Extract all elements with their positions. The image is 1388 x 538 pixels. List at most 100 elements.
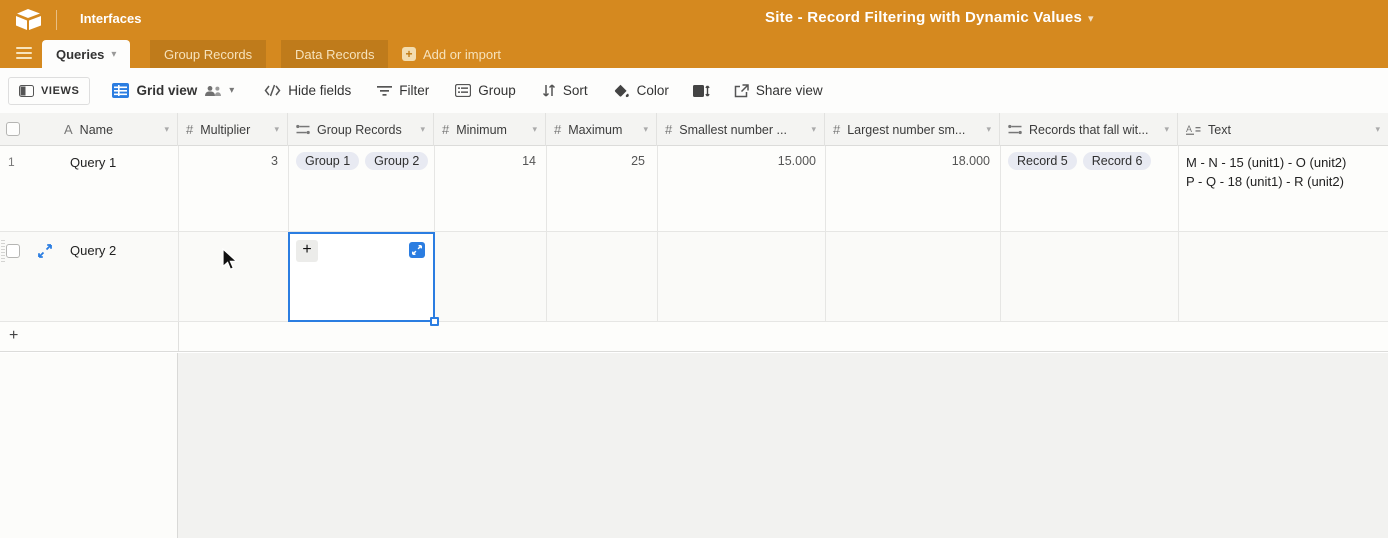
column-header-minimum[interactable]: # Minimum ▾ [434, 113, 546, 146]
cell-records-that-fall[interactable]: Record 5 Record 6 [1008, 152, 1157, 170]
cell-multiplier[interactable]: 3 [178, 154, 278, 168]
grid-header: A Name ▾ # Multiplier ▾ Group Records ▾ … [0, 113, 1388, 146]
add-or-import-button[interactable]: + Add or import [402, 40, 501, 68]
column-caret-icon: ▾ [420, 124, 425, 135]
column-label: Smallest number ... [679, 123, 787, 137]
filter-button[interactable]: Filter [377, 83, 429, 98]
column-label: Records that fall wit... [1029, 123, 1149, 137]
cell-minimum[interactable]: 14 [434, 154, 536, 168]
row-number: 1 [8, 155, 15, 169]
cell-name[interactable]: Query 1 [70, 155, 116, 170]
tab-queries[interactable]: Queries ▾ [42, 40, 130, 68]
linked-record-field-icon [1008, 124, 1022, 135]
column-label: Minimum [456, 123, 507, 137]
cell-name[interactable]: Query 2 [70, 243, 116, 258]
color-icon [614, 84, 630, 98]
tab-queries-caret-icon: ▾ [111, 49, 116, 60]
cell-text-line2: P - Q - 18 (unit1) - R (unit2) [1186, 172, 1346, 191]
views-button[interactable]: VIEWS [8, 77, 90, 105]
selected-cell-group-records[interactable]: + [288, 232, 435, 322]
add-row-button[interactable]: + [0, 322, 1388, 352]
column-label: Largest number sm... [847, 123, 965, 137]
hide-fields-button[interactable]: Hide fields [264, 83, 351, 98]
linked-record-pill[interactable]: Record 6 [1083, 152, 1152, 170]
table-row-query-1[interactable]: 1 Query 1 3 Group 1Group 2 14 25 15.000 … [0, 146, 1388, 232]
group-icon [455, 84, 471, 97]
cell-text[interactable]: M - N - 15 (unit1) - O (unit2) P - Q - 1… [1186, 153, 1346, 191]
tab-queries-label: Queries [56, 47, 104, 62]
filter-icon [377, 85, 392, 97]
column-header-multiplier[interactable]: # Multiplier ▾ [178, 113, 288, 146]
tabbar: Queries ▾ Group Records Data Records + A… [0, 40, 1388, 68]
tab-group-records[interactable]: Group Records [150, 40, 266, 68]
tab-group-records-label: Group Records [164, 47, 252, 62]
interfaces-link[interactable]: Interfaces [80, 11, 141, 26]
titlebar: Interfaces Site - Record Filtering with … [0, 0, 1388, 40]
long-text-field-icon: A [1186, 124, 1201, 136]
number-field-icon: # [554, 122, 561, 137]
sort-button[interactable]: Sort [542, 83, 588, 98]
page-title-text: Site - Record Filtering with Dynamic Val… [765, 9, 1082, 26]
hide-fields-label: Hide fields [288, 83, 351, 98]
airtable-logo[interactable] [16, 8, 42, 32]
cell-group-records[interactable]: Group 1 Group 2 [296, 152, 434, 170]
title-caret-icon: ▾ [1088, 13, 1094, 25]
tab-data-records-label: Data Records [295, 47, 374, 62]
column-label: Multiplier [200, 123, 250, 137]
share-view-button[interactable]: Share view [734, 83, 823, 98]
linked-record-pill[interactable]: Group 2 [365, 152, 428, 170]
grid-view-icon [112, 83, 129, 98]
column-header-name[interactable]: A Name ▾ [0, 113, 178, 146]
plus-icon: + [402, 47, 416, 61]
cell-maximum[interactable]: 25 [546, 154, 645, 168]
sort-label: Sort [563, 83, 588, 98]
fill-handle[interactable] [430, 317, 439, 326]
column-caret-icon: ▾ [274, 124, 279, 135]
column-header-group-records[interactable]: Group Records ▾ [288, 113, 434, 146]
expand-record-icon[interactable] [38, 244, 52, 258]
column-label: Name [80, 123, 113, 137]
number-field-icon: # [665, 122, 672, 137]
column-header-maximum[interactable]: # Maximum ▾ [546, 113, 657, 146]
table-row-query-2[interactable]: Query 2 [0, 232, 1388, 322]
hide-fields-icon [264, 84, 281, 97]
add-or-import-label: Add or import [423, 47, 501, 62]
topbar-divider [56, 10, 57, 30]
column-label: Group Records [317, 123, 402, 137]
share-view-label: Share view [756, 83, 823, 98]
airtable-app: Interfaces Site - Record Filtering with … [0, 0, 1388, 538]
share-view-icon [734, 84, 749, 98]
svg-text:A: A [1186, 124, 1192, 134]
text-field-icon: A [64, 122, 73, 137]
row-drag-handle[interactable] [1, 240, 5, 262]
expand-cell-icon[interactable] [409, 242, 425, 258]
color-button[interactable]: Color [614, 83, 669, 98]
view-toolbar: VIEWS Grid view ▾ Hide fields Filter Gro… [0, 68, 1388, 113]
menu-icon[interactable] [16, 47, 32, 61]
group-button[interactable]: Group [455, 83, 516, 98]
grid-view-switcher[interactable]: Grid view ▾ [112, 83, 234, 98]
add-linked-record-button[interactable]: + [296, 240, 318, 262]
cell-text-line1: M - N - 15 (unit1) - O (unit2) [1186, 153, 1346, 172]
cell-largest-number[interactable]: 18.000 [825, 154, 990, 168]
grid-background [0, 353, 1388, 538]
linked-record-pill[interactable]: Record 5 [1008, 152, 1077, 170]
linked-record-field-icon [296, 124, 310, 135]
row-height-button[interactable] [693, 84, 710, 98]
column-caret-icon: ▾ [1375, 124, 1380, 135]
row-checkbox[interactable] [6, 244, 20, 258]
view-caret-icon: ▾ [229, 85, 234, 96]
column-label: Maximum [568, 123, 622, 137]
page-title[interactable]: Site - Record Filtering with Dynamic Val… [765, 9, 1094, 26]
column-header-smallest-number[interactable]: # Smallest number ... ▾ [657, 113, 825, 146]
column-header-text[interactable]: A Text ▾ [1178, 113, 1388, 146]
sidebar-icon [19, 85, 34, 97]
cell-smallest-number[interactable]: 15.000 [657, 154, 816, 168]
tab-data-records[interactable]: Data Records [281, 40, 388, 68]
view-name: Grid view [136, 83, 197, 98]
column-header-records-that-fall[interactable]: Records that fall wit... ▾ [1000, 113, 1178, 146]
column-header-largest-number[interactable]: # Largest number sm... ▾ [825, 113, 1000, 146]
row-height-icon [693, 84, 710, 98]
add-row-plus-icon: + [9, 327, 18, 345]
linked-record-pill[interactable]: Group 1 [296, 152, 359, 170]
